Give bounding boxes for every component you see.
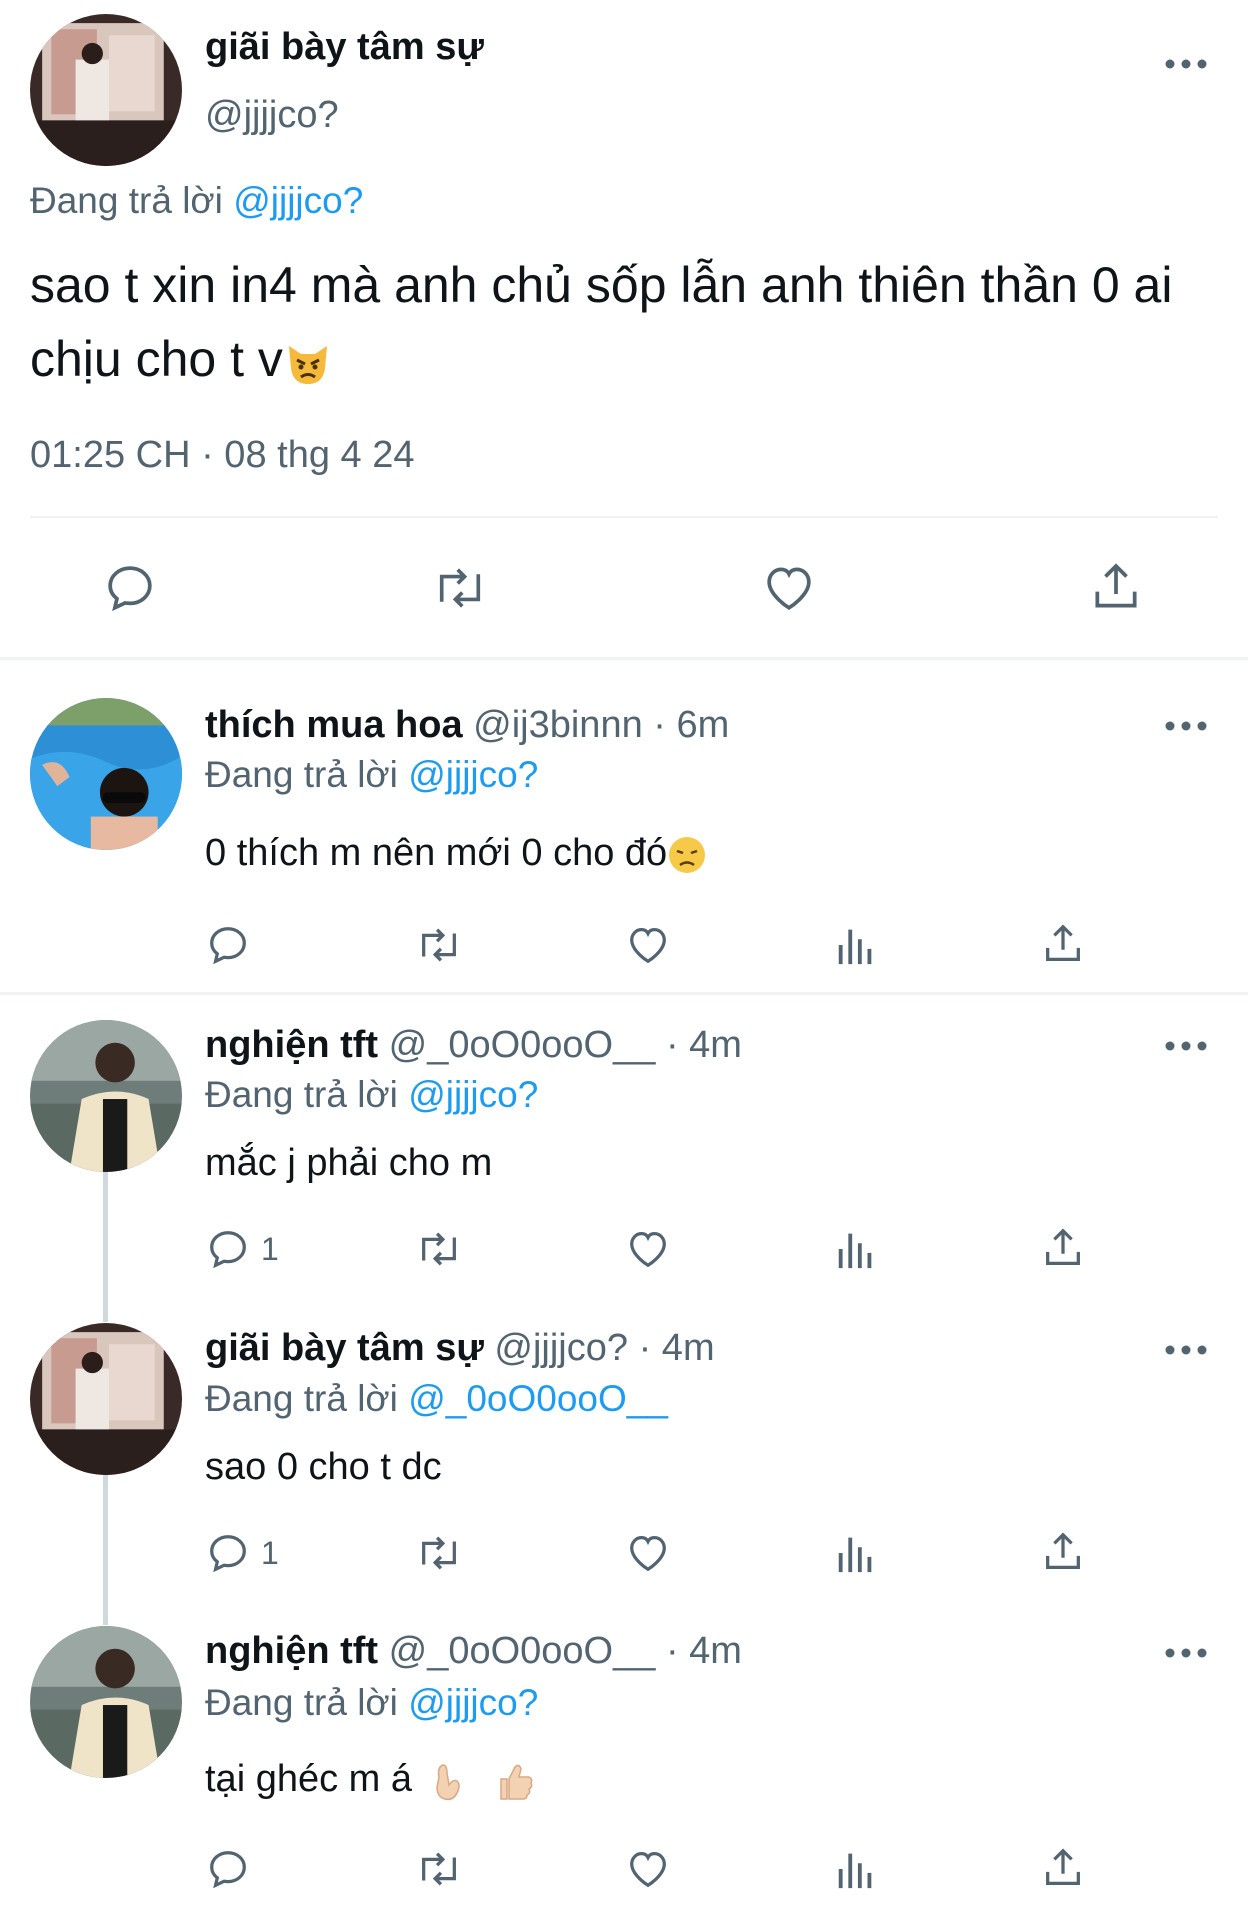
reply-context: Đang trả lời @jjjjco? [205,1074,538,1116]
reply-to-link[interactable]: @_0oO0ooO__ [408,1378,668,1419]
display-name[interactable]: thích mua hoa [205,704,463,746]
divider [30,516,1218,518]
reply-prefix: Đang trả lời [30,180,223,221]
reply-to-link[interactable]: @jjjjco? [233,180,363,221]
more-horizontal-icon[interactable] [1156,1330,1216,1370]
reply-prefix: Đang trả lời [205,1074,398,1115]
retweet-icon[interactable] [412,1226,466,1272]
time[interactable]: · 6m [653,704,729,746]
reply-prefix: Đang trả lời [205,754,398,795]
handle[interactable]: @jjjjco? [205,94,339,137]
more-horizontal-icon[interactable] [1156,1633,1216,1673]
retweet-icon[interactable] [412,1846,466,1892]
reply-text: 0 thích m nên mới 0 cho đó [205,832,707,875]
time[interactable]: · 4m [666,1024,742,1066]
reply-bubble-icon[interactable] [205,922,261,968]
reply-prefix: Đang trả lời [205,1682,398,1723]
reply-to-link[interactable]: @jjjjco? [408,1682,538,1723]
display-name[interactable]: nghiện tft [205,1630,378,1672]
analytics-bars-icon[interactable] [836,922,876,968]
reply-context: Đang trả lời @jjjjco? [205,1682,538,1724]
reply-header: nghiện tft @_0oO0ooO__ · 4m [205,1630,742,1673]
divider [0,992,1248,995]
reply-text: tại ghéc m á [205,1758,537,1803]
tweet-text: sao t xin in4 mà anh chủ sốp lẫn anh thi… [30,248,1230,396]
reply-header: giãi bày tâm sự @jjjjco? · 4m [205,1327,715,1370]
time[interactable]: · 4m [639,1327,715,1369]
handle[interactable]: @jjjjco? [494,1327,628,1369]
reply-bubble-icon[interactable] [102,560,158,616]
share-upload-icon[interactable] [1040,1844,1086,1892]
more-horizontal-icon[interactable] [1156,1026,1216,1066]
heart-icon[interactable] [624,1226,672,1272]
reply-context: Đang trả lời @jjjjco? [30,180,363,222]
reply-body: tại ghéc m á [205,1758,412,1800]
tweet-body: sao t xin in4 mà anh chủ sốp lẫn anh thi… [30,257,1173,387]
thread-line [103,1172,108,1322]
heart-icon[interactable] [624,1530,672,1576]
thread-line [103,1475,108,1625]
disappointed-face-emoji [667,835,707,875]
reply-bubble-icon[interactable] [205,1846,261,1892]
retweet-icon[interactable] [412,1530,466,1576]
analytics-bars-icon[interactable] [836,1846,876,1892]
more-horizontal-icon[interactable] [1156,706,1216,746]
handle[interactable]: @_0oO0ooO__ [389,1630,656,1672]
timestamp[interactable]: 01:25 CH · 08 thg 4 24 [30,434,414,477]
reply-to-link[interactable]: @jjjjco? [408,1074,538,1115]
reply-header: nghiện tft @_0oO0ooO__ · 4m [205,1024,742,1067]
reply-bubble-icon[interactable]: 1 [205,1530,279,1576]
pouting-cat-emoji [283,338,333,388]
reply-bubble-icon[interactable]: 1 [205,1226,279,1272]
divider [0,657,1248,660]
reply-body: 0 thích m nên mới 0 cho đó [205,832,668,874]
heart-icon[interactable] [760,560,818,616]
reply-prefix: Đang trả lời [205,1378,398,1419]
retweet-icon[interactable] [428,560,492,616]
display-name[interactable]: giãi bày tâm sự [205,26,484,69]
reply-context: Đang trả lời @jjjjco? [205,754,538,796]
reply-to-link[interactable]: @jjjjco? [408,754,538,795]
avatar[interactable] [30,1626,182,1778]
time[interactable]: · 4m [666,1630,742,1672]
analytics-bars-icon[interactable] [836,1530,876,1576]
reply-count: 1 [261,1230,279,1267]
handle[interactable]: @ij3binnn [473,704,643,746]
pinching-hand-emoji [429,1759,469,1803]
analytics-bars-icon[interactable] [836,1226,876,1272]
display-name[interactable]: nghiện tft [205,1024,378,1066]
share-upload-icon[interactable] [1040,1528,1086,1576]
share-upload-icon[interactable] [1040,1224,1086,1272]
avatar[interactable] [30,698,182,850]
thumbs-up-emoji [493,1759,537,1803]
retweet-icon[interactable] [412,922,466,968]
share-upload-icon[interactable] [1088,558,1144,616]
reply-context: Đang trả lời @_0oO0ooO__ [205,1378,668,1420]
avatar[interactable] [30,1323,182,1475]
display-name[interactable]: giãi bày tâm sự [205,1327,484,1369]
more-horizontal-icon[interactable] [1156,44,1216,84]
heart-icon[interactable] [624,922,672,968]
reply-text: mắc j phải cho m [205,1142,493,1184]
avatar[interactable] [30,1020,182,1172]
handle[interactable]: @_0oO0ooO__ [389,1024,656,1066]
reply-header: thích mua hoa @ij3binnn · 6m [205,704,729,747]
reply-count: 1 [261,1534,279,1571]
reply-text: sao 0 cho t dc [205,1446,442,1488]
share-upload-icon[interactable] [1040,920,1086,968]
heart-icon[interactable] [624,1846,672,1892]
avatar[interactable] [30,14,182,166]
